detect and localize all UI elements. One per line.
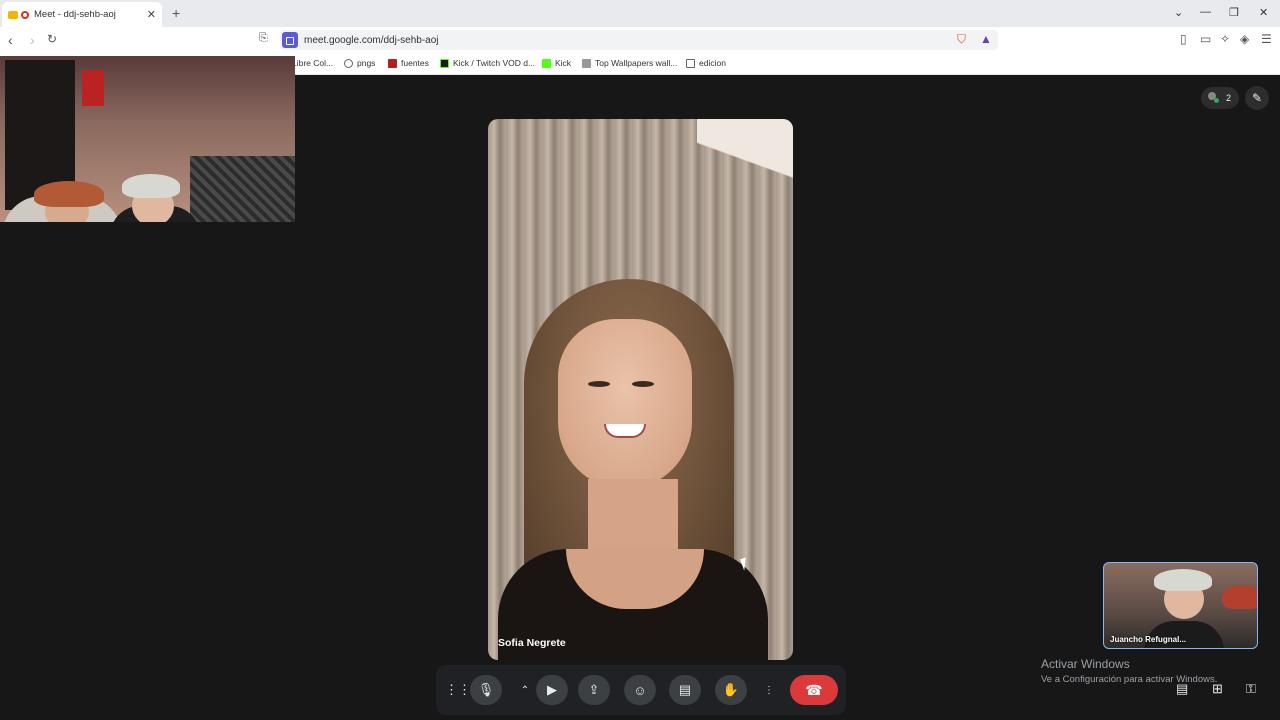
mic-button[interactable]: 🎙 <box>470 675 502 705</box>
call-controls-bar: ⋮⋮ 🎙 ⌃ ▶ ⇪ ☺ ▤ ✋ ⋮ ☎ <box>436 665 846 715</box>
present-button[interactable]: ⇪ <box>578 675 610 705</box>
host-controls-icon[interactable]: ⚿ <box>1246 681 1256 697</box>
close-window-button[interactable]: ✕ <box>1259 6 1268 19</box>
chevron-up-icon[interactable]: ⌃ <box>516 675 534 705</box>
more-options-button[interactable]: ⋮ <box>760 675 778 705</box>
main-participant-tile[interactable]: Sofia Negrete <box>488 119 793 660</box>
windows-activation-subtitle: Ve a Configuración para activar Windows. <box>1041 674 1218 685</box>
back-icon[interactable]: ‹ <box>8 32 13 48</box>
menu-icon[interactable]: ☰ <box>1261 32 1272 46</box>
tab-title: Meet - ddj-sehb-aoj <box>34 9 116 20</box>
participant-name: Sofia Negrete <box>498 637 566 649</box>
brave-rewards-icon[interactable]: ▲ <box>980 32 992 46</box>
self-view-tile[interactable]: Juancho Refugnal... <box>1103 562 1258 649</box>
participants-count: 2 <box>1225 93 1231 103</box>
recording-icon <box>21 10 29 19</box>
reload-icon[interactable]: ↻ <box>47 32 57 46</box>
emoji-button[interactable]: ☺ <box>624 675 656 705</box>
camera-button[interactable]: ▶ <box>536 675 568 705</box>
restore-button[interactable]: ❐ <box>1229 6 1239 19</box>
bookmark-item[interactable]: pngs <box>344 58 375 68</box>
wallet-icon[interactable]: ▭ <box>1200 32 1211 46</box>
browser-tab-bar: Meet - ddj-sehb-aoj ✕ + ⌄ — ❐ ✕ <box>0 0 1280 27</box>
leo-ai-icon[interactable]: ✧ <box>1220 32 1230 46</box>
wallpaper-icon <box>582 58 591 68</box>
self-name: Juancho Refugnal... <box>1110 635 1187 644</box>
minimize-button[interactable]: — <box>1200 6 1211 18</box>
bookmark-item[interactable]: Top Wallpapers wall... <box>582 58 677 68</box>
kick-icon <box>440 58 449 68</box>
windows-activation-title: Activar Windows <box>1041 657 1130 671</box>
webcam-overlay <box>0 56 295 222</box>
edit-layout-icon[interactable]: ✎ <box>1245 86 1269 110</box>
captions-button[interactable]: ▤ <box>669 675 701 705</box>
address-bar-url[interactable]: meet.google.com/ddj-sehb-aoj <box>304 35 439 46</box>
browser-tab[interactable]: Meet - ddj-sehb-aoj ✕ <box>2 2 162 27</box>
pngs-icon <box>344 58 353 68</box>
bookmark-page-icon[interactable]: ⎘ <box>259 32 268 45</box>
new-tab-button[interactable]: + <box>172 5 180 21</box>
active-dot-icon <box>1214 98 1219 103</box>
participants-button[interactable]: 2 <box>1201 87 1239 109</box>
browser-toolbar: ‹ › ↻ ⎘ meet.google.com/ddj-sehb-aoj <box>0 27 1280 53</box>
brave-shield-icon[interactable]: ⛉ <box>957 32 966 47</box>
bookmark-item[interactable]: Kick <box>542 58 571 68</box>
raise-hand-button[interactable]: ✋ <box>715 675 747 705</box>
site-meet-icon <box>282 32 298 48</box>
tab-list-icon[interactable]: ⌄ <box>1174 6 1183 19</box>
tab-close-icon[interactable]: ✕ <box>147 8 156 21</box>
bookmark-item[interactable]: Kick / Twitch VOD d... <box>440 58 535 68</box>
activities-icon[interactable]: ⊞ <box>1212 681 1223 697</box>
dafont-icon <box>388 58 397 68</box>
vpn-icon[interactable]: ◈ <box>1240 32 1249 46</box>
bookmark-item[interactable]: fuentes <box>388 58 429 68</box>
chat-icon[interactable]: ▤ <box>1176 681 1188 697</box>
sidebar-icon[interactable]: ▯ <box>1180 32 1187 46</box>
folder-icon <box>686 58 695 68</box>
kick-icon <box>542 58 551 68</box>
address-bar[interactable]: meet.google.com/ddj-sehb-aoj <box>280 30 998 50</box>
end-call-button[interactable]: ☎ <box>790 675 838 705</box>
tab-favicon-icon <box>8 10 18 19</box>
bookmark-item[interactable]: Libre Col... <box>292 58 333 68</box>
forward-icon[interactable]: › <box>30 32 35 48</box>
bookmark-folder[interactable]: edicion <box>686 58 726 68</box>
